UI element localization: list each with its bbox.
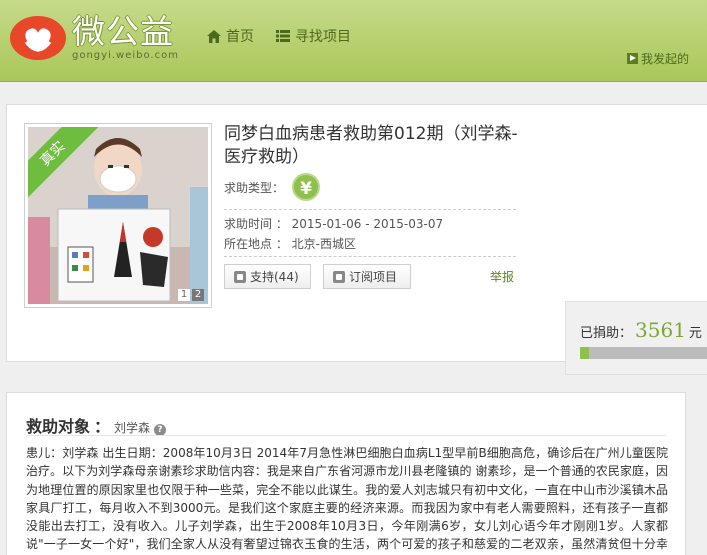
site-logo[interactable]: 微公益 gongyi.weibo.com	[8, 12, 179, 62]
main-nav: 首页 寻找项目	[207, 26, 351, 46]
rss-icon	[333, 270, 345, 283]
help-target-heading: 救助对象 ： 刘学森 ?	[26, 413, 167, 437]
thumbs-up-icon	[234, 270, 246, 283]
photo-image: 真实 1 2	[28, 127, 208, 304]
play-icon	[626, 53, 638, 64]
donated-label: 已捐助：	[580, 326, 633, 341]
nav-find-projects-label: 寻找项目	[295, 29, 351, 45]
nav-find-projects[interactable]: 寻找项目	[276, 26, 351, 46]
project-photo[interactable]: 真实 1 2	[24, 123, 212, 308]
donation-summary: 已捐助： 3561 元	[580, 318, 702, 342]
photo-page-1[interactable]: 1	[178, 289, 190, 301]
donation-box: 已捐助： 3561 元	[565, 301, 707, 375]
help-time-row: 求助时间 ： 2015-01-06 - 2015-03-07	[224, 215, 443, 232]
logo-text: 微公益	[72, 11, 174, 51]
nav-home[interactable]: 首页	[207, 26, 254, 46]
donated-amount: 3561	[635, 318, 686, 342]
project-card: 真实 1 2 同梦白血病患者救助第012期（刘学森-医疗救助） 求助类型： ¥ …	[6, 104, 707, 375]
photo-pager: 1 2	[178, 289, 204, 301]
site-header: 微公益 gongyi.weibo.com 首页 寻找项目 我发起的	[0, 0, 707, 82]
logo-heart-icon	[10, 16, 66, 60]
divider	[224, 256, 516, 257]
help-time-label: 求助时间 ：	[224, 217, 288, 231]
location-label: 所在地点 ：	[224, 237, 288, 251]
help-target-title: 救助对象	[26, 417, 91, 436]
my-started-label: 我发起的	[640, 52, 689, 66]
support-button-label: 支持(44)	[250, 270, 299, 284]
divider	[26, 435, 666, 436]
divider	[224, 209, 516, 210]
donation-progress-fill	[580, 347, 589, 359]
my-started-link[interactable]: 我发起的	[626, 50, 689, 67]
subscribe-button-label: 订阅项目	[349, 270, 398, 284]
report-link[interactable]: 举报	[490, 268, 514, 285]
location-value: 北京-西城区	[291, 237, 356, 251]
help-type-row: 求助类型： ¥	[224, 173, 321, 201]
donated-unit: 元	[688, 326, 702, 341]
subscribe-button[interactable]: 订阅项目	[323, 264, 411, 289]
money-icon: ¥	[292, 173, 321, 201]
location-row: 所在地点 ： 北京-西城区	[224, 235, 356, 252]
home-icon	[207, 29, 221, 43]
support-button[interactable]: 支持(44)	[224, 264, 311, 289]
help-target-section: 救助对象 ： 刘学森 ? 患儿：刘学森 出生日期：2008年10月3日 2014…	[6, 392, 686, 555]
help-target-name: 刘学森	[114, 421, 151, 435]
help-target-colon: ：	[94, 417, 111, 436]
nav-home-label: 首页	[226, 29, 254, 45]
logo-domain: gongyi.weibo.com	[72, 49, 179, 61]
donation-progress-bar	[580, 347, 707, 359]
help-type-label: 求助类型：	[224, 180, 285, 195]
help-target-description: 患儿：刘学森 出生日期：2008年10月3日 2014年7月急性淋巴细胞白血病L…	[26, 446, 668, 552]
help-time-value: 2015-01-06 - 2015-03-07	[291, 217, 444, 231]
list-icon	[276, 30, 290, 42]
project-title: 同梦白血病患者救助第012期（刘学森-医疗救助）	[224, 124, 518, 167]
photo-page-2[interactable]: 2	[192, 289, 204, 301]
